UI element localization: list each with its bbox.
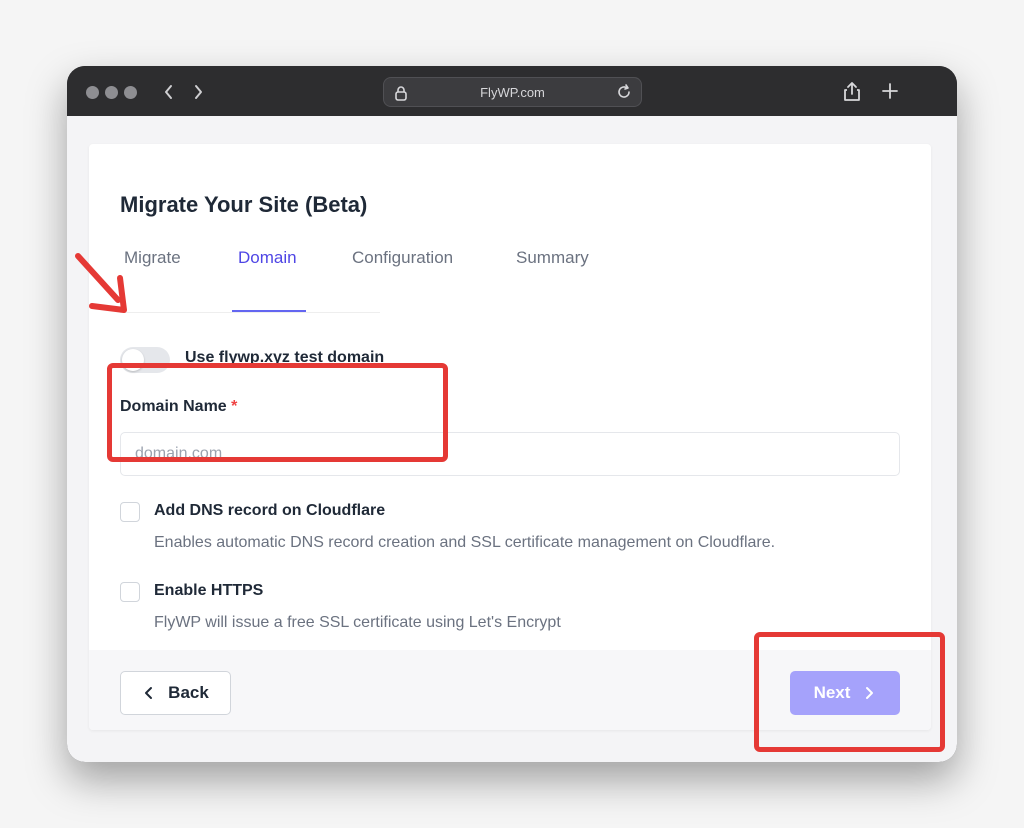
https-description: FlyWP will issue a free SSL certificate …	[154, 614, 561, 631]
chevron-left-icon	[142, 686, 156, 700]
active-tab-indicator	[232, 310, 306, 312]
cloudflare-dns-description: Enables automatic DNS record creation an…	[154, 534, 776, 551]
annotation-highlight-domain	[107, 363, 448, 462]
window-close-dot[interactable]	[86, 86, 99, 99]
page-title: Migrate Your Site (Beta)	[120, 192, 368, 217]
https-title: Enable HTTPS	[154, 582, 264, 599]
reload-icon[interactable]	[615, 83, 633, 101]
https-checkbox[interactable]	[120, 582, 140, 602]
window-zoom-dot[interactable]	[124, 86, 137, 99]
window-minimize-dot[interactable]	[105, 86, 118, 99]
chevron-left-icon[interactable]	[159, 80, 179, 104]
back-button-label: Back	[168, 683, 209, 702]
browser-titlebar: FlyWP.com	[67, 66, 957, 190]
back-button[interactable]: Back	[120, 671, 231, 715]
tab-domain[interactable]: Domain	[238, 248, 297, 268]
url-text: FlyWP.com	[480, 85, 545, 100]
step-tabs: Migrate Domain Configuration Summary	[120, 248, 589, 296]
chevron-right-icon[interactable]	[188, 80, 208, 104]
plus-icon[interactable]	[879, 80, 901, 102]
annotation-arrow-icon	[75, 253, 127, 313]
tab-divider	[120, 312, 380, 313]
annotation-highlight-next	[754, 632, 945, 752]
cloudflare-dns-checkbox[interactable]	[120, 502, 140, 522]
tab-configuration[interactable]: Configuration	[352, 248, 453, 268]
cloudflare-dns-title: Add DNS record on Cloudflare	[154, 502, 386, 519]
address-bar[interactable]: FlyWP.com	[383, 77, 642, 107]
tab-summary[interactable]: Summary	[516, 248, 589, 268]
share-icon[interactable]	[841, 80, 863, 102]
